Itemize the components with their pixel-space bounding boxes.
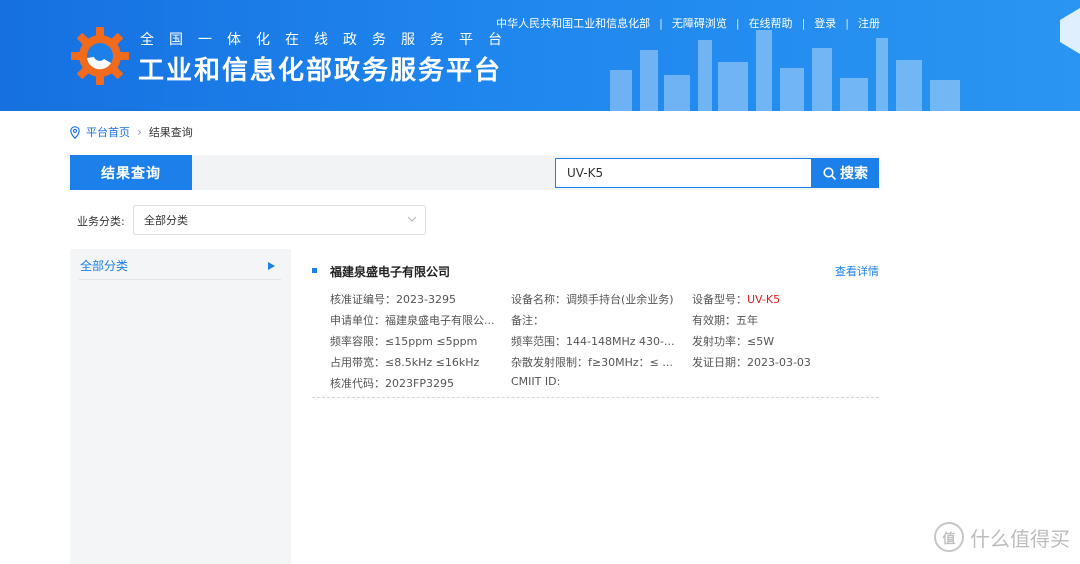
filter-label: 业务分类: — [77, 215, 125, 228]
field-device-model: 设备型号：UV-K5 — [692, 293, 781, 306]
breadcrumb-home[interactable]: 平台首页 — [86, 124, 130, 140]
link-miit[interactable]: 中华人民共和国工业和信息化部 — [496, 15, 650, 31]
field-issue-date: 发证日期：2023-03-03 — [692, 356, 811, 369]
city-skyline-decoration — [610, 30, 960, 111]
search-button[interactable]: 搜索 — [812, 158, 879, 188]
sidebar-divider — [79, 279, 281, 280]
watermark-logo-icon: 值 — [934, 522, 964, 552]
link-register[interactable]: 注册 — [858, 15, 880, 31]
field-bandwidth: 占用带宽：≤8.5kHz ≤16kHz — [330, 356, 480, 369]
bullet-icon — [312, 268, 317, 273]
top-links: 中华人民共和国工业和信息化部 | 无障碍浏览 | 在线帮助 | 登录 | 注册 — [496, 15, 880, 31]
link-accessibility[interactable]: 无障碍浏览 — [672, 15, 727, 31]
tab-result-query[interactable]: 结果查询 — [70, 155, 192, 190]
view-details-link[interactable]: 查看详情 — [835, 263, 879, 279]
sidebar-item-all[interactable]: 全部分类 — [70, 249, 291, 281]
platform-subtitle: 全国一体化在线政务服务平台 — [140, 32, 517, 48]
category-select[interactable]: 全部分类 — [133, 205, 426, 235]
corner-badge-icon[interactable] — [1050, 0, 1080, 60]
link-separator: | — [801, 16, 806, 30]
link-login[interactable]: 登录 — [814, 15, 836, 31]
link-help[interactable]: 在线帮助 — [749, 15, 793, 31]
sidebar-item-label: 全部分类 — [80, 258, 129, 273]
link-separator: | — [659, 16, 663, 30]
search-icon — [823, 166, 836, 180]
category-select-value: 全部分类 — [144, 214, 188, 227]
breadcrumb-separator: › — [137, 125, 142, 139]
category-sidebar: 全部分类 — [70, 249, 291, 564]
watermark-text: 什么值得买 — [970, 526, 1070, 551]
field-approval-no: 核准证编号：2023-3295 — [330, 293, 456, 306]
watermark: 值 什么值得买 — [934, 522, 1070, 552]
field-spurious-limit: 杂散发射限制：f≥30MHz：≤ ... — [511, 356, 673, 369]
field-validity: 有效期：五年 — [692, 314, 758, 327]
field-tx-power: 发射功率：≤5W — [692, 335, 775, 348]
search-button-label: 搜索 — [840, 166, 868, 182]
platform-title: 工业和信息化部政务服务平台 — [138, 56, 503, 86]
field-remarks: 备注： — [511, 314, 544, 327]
field-cmiit-id: CMIIT ID: — [511, 375, 561, 388]
link-separator: | — [845, 16, 849, 30]
breadcrumb: 平台首页 › 结果查询 — [70, 124, 193, 140]
company-name: 福建泉盛电子有限公司 — [330, 265, 451, 279]
link-separator: | — [735, 16, 740, 30]
gear-logo-icon — [71, 27, 129, 85]
chevron-down-icon — [407, 216, 417, 222]
location-pin-icon — [70, 125, 80, 139]
tab-bar: 结果查询 搜索 — [70, 155, 879, 190]
field-freq-range: 频率范围：144-148MHz 430-... — [511, 335, 675, 348]
field-device-name: 设备名称：调频手持台(业余业务) — [511, 293, 674, 306]
result-divider — [312, 397, 879, 398]
site-header: 全国一体化在线政务服务平台 工业和信息化部政务服务平台 中华人民共和国工业和信息… — [0, 0, 1080, 111]
search-input[interactable] — [555, 158, 812, 188]
caret-right-icon — [268, 262, 275, 270]
breadcrumb-current: 结果查询 — [148, 126, 193, 139]
field-freq-tolerance: 频率容限：≤15ppm ≤5ppm — [330, 335, 478, 348]
field-applicant: 申请单位：福建泉盛电子有限公... — [330, 314, 495, 327]
field-approval-code: 核准代码：2023FP3295 — [330, 377, 454, 390]
